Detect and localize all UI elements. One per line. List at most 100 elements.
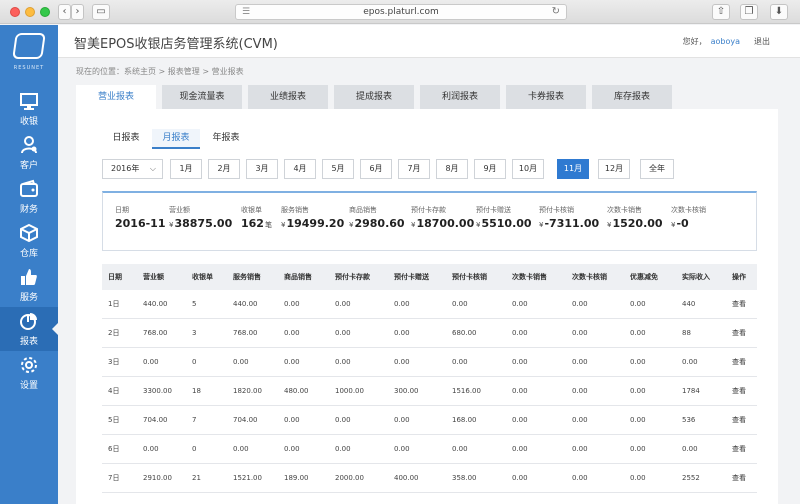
month-button-6[interactable]: 6月 bbox=[360, 159, 392, 179]
currency-symbol: ¥ bbox=[607, 221, 612, 229]
zoom-window-button[interactable] bbox=[40, 7, 50, 17]
sidebar-item-checkout[interactable]: 收银 bbox=[0, 87, 58, 131]
year-select[interactable]: 2016年 ⌵ bbox=[102, 159, 163, 179]
currency-symbol: ¥ bbox=[539, 221, 544, 229]
tab-performance[interactable]: 业绩报表 bbox=[248, 85, 328, 109]
sidebar-item-label: 仓库 bbox=[19, 249, 38, 259]
sidebar-item-label: 收银 bbox=[19, 117, 38, 127]
table-cell: 0.00 bbox=[233, 445, 249, 453]
table-cell: 0.00 bbox=[394, 358, 410, 366]
username-link[interactable]: aoboya bbox=[711, 37, 740, 46]
table-cell: 0.00 bbox=[233, 358, 249, 366]
close-window-button[interactable] bbox=[10, 7, 20, 17]
table-cell: 0.00 bbox=[284, 416, 300, 424]
table-row: 1日 440.00 5 440.00 0.00 0.00 0.00 0.00 0.00 0.00 0… bbox=[102, 290, 757, 319]
table-cell: 7 bbox=[192, 416, 197, 424]
logout-link[interactable]: 退出 bbox=[754, 37, 770, 46]
column-header: 日期 bbox=[108, 273, 122, 281]
all-year-button[interactable]: 全年 bbox=[640, 159, 674, 179]
month-button-3[interactable]: 3月 bbox=[246, 159, 278, 179]
tab-card-voucher[interactable]: 卡券报表 bbox=[506, 85, 586, 109]
tab-inventory[interactable]: 库存报表 bbox=[592, 85, 672, 109]
tab-monthly[interactable]: 月报表 bbox=[152, 129, 200, 149]
sidebar-item-settings[interactable]: 设置 bbox=[0, 351, 58, 395]
reader-icon[interactable]: ☰ bbox=[242, 5, 250, 19]
table-cell: 1日 bbox=[108, 300, 120, 308]
month-button-2[interactable]: 2月 bbox=[208, 159, 240, 179]
download-icon[interactable]: ⬇ bbox=[770, 4, 788, 20]
month-button-4[interactable]: 4月 bbox=[284, 159, 316, 179]
sidebar-item-warehouse[interactable]: 仓库 bbox=[0, 219, 58, 263]
column-header: 次数卡核销 bbox=[572, 273, 607, 281]
table-cell: 0.00 bbox=[512, 387, 528, 395]
customer-icon bbox=[21, 136, 37, 154]
view-detail-link[interactable]: 查看 bbox=[732, 290, 746, 319]
table-cell: 1521.00 bbox=[233, 474, 262, 482]
table-cell: 18 bbox=[192, 387, 201, 395]
table-cell: 0.00 bbox=[335, 445, 351, 453]
tab-daily[interactable]: 日报表 bbox=[102, 129, 150, 149]
summary-service-sales-value: 19499.20 bbox=[286, 217, 345, 230]
view-detail-link[interactable]: 查看 bbox=[732, 377, 746, 406]
sidebar-item-finance[interactable]: 财务 bbox=[0, 175, 58, 219]
table-cell: 2000.00 bbox=[335, 474, 364, 482]
month-button-5[interactable]: 5月 bbox=[322, 159, 354, 179]
view-detail-link[interactable]: 查看 bbox=[732, 319, 746, 348]
sidebar-item-customers[interactable]: 客户 bbox=[0, 131, 58, 175]
table-cell: 0.00 bbox=[394, 329, 410, 337]
month-button-7[interactable]: 7月 bbox=[398, 159, 430, 179]
month-button-10[interactable]: 10月 bbox=[512, 159, 544, 179]
tab-commission[interactable]: 提成报表 bbox=[334, 85, 414, 109]
url-text: epos.platurl.com bbox=[363, 7, 439, 17]
month-button-9[interactable]: 9月 bbox=[474, 159, 506, 179]
table-cell: 0.00 bbox=[512, 358, 528, 366]
month-button-12[interactable]: 12月 bbox=[598, 159, 630, 179]
forward-button[interactable]: › bbox=[71, 4, 84, 20]
summary-bar: 日期 2016-11 营业额 ¥38875.00 收银单 162笔 服务销售 ¥… bbox=[102, 191, 757, 251]
back-button[interactable]: ‹ bbox=[58, 4, 71, 20]
tabs-overview-icon[interactable]: ❐ bbox=[740, 4, 758, 20]
table-cell: 1820.00 bbox=[233, 387, 262, 395]
sidebar-item-service[interactable]: 服务 bbox=[0, 263, 58, 307]
month-button-1[interactable]: 1月 bbox=[170, 159, 202, 179]
greeting-text: 您好， bbox=[682, 37, 707, 46]
table-cell: 0.00 bbox=[452, 358, 468, 366]
view-detail-link[interactable]: 查看 bbox=[732, 435, 746, 464]
table-cell: 3300.00 bbox=[143, 387, 172, 395]
table-cell: 0.00 bbox=[512, 474, 528, 482]
currency-symbol: ¥ bbox=[671, 221, 676, 229]
app-window: ‹ › ▭ ☰ epos.platurl.com ↻ ⇧ ❐ ⬇ RESUNET… bbox=[0, 0, 800, 504]
summary-value: ¥2980.60 bbox=[349, 217, 405, 230]
table-cell: 0.00 bbox=[512, 329, 528, 337]
view-detail-link[interactable]: 查看 bbox=[732, 348, 746, 377]
tab-yearly[interactable]: 年报表 bbox=[202, 129, 250, 149]
table-cell: 0.00 bbox=[572, 387, 588, 395]
minimize-window-button[interactable] bbox=[25, 7, 35, 17]
table-cell: 21 bbox=[192, 474, 201, 482]
table-row: 6日 0.00 0 0.00 0.00 0.00 0.00 0.00 0.00 0.00 0.00 0… bbox=[102, 435, 757, 464]
reload-icon[interactable]: ↻ bbox=[552, 5, 560, 19]
tab-profit[interactable]: 利润报表 bbox=[420, 85, 500, 109]
month-button-8[interactable]: 8月 bbox=[436, 159, 468, 179]
summary-value: ¥19499.20 bbox=[281, 217, 344, 230]
view-detail-link[interactable]: 查看 bbox=[732, 464, 746, 493]
year-select-value: 2016年 bbox=[111, 164, 140, 173]
sidebar-item-reports[interactable]: 报表 bbox=[0, 307, 58, 351]
address-bar[interactable]: ☰ epos.platurl.com ↻ bbox=[235, 4, 567, 20]
tab-cash-flow[interactable]: 现金流量表 bbox=[162, 85, 242, 109]
sidebar-toggle-icon[interactable]: ▭ bbox=[92, 4, 110, 20]
table-cell: 1784 bbox=[682, 387, 700, 395]
month-button-11[interactable]: 11月 bbox=[557, 159, 589, 179]
view-detail-link[interactable]: 查看 bbox=[732, 406, 746, 435]
share-icon[interactable]: ⇧ bbox=[712, 4, 730, 20]
table-cell: 0.00 bbox=[284, 358, 300, 366]
table-cell: 0 bbox=[192, 358, 197, 366]
table-cell: 1516.00 bbox=[452, 387, 481, 395]
table-cell: 0.00 bbox=[630, 358, 646, 366]
tab-business-report[interactable]: 营业报表 bbox=[76, 85, 156, 109]
table-cell: 168.00 bbox=[452, 416, 477, 424]
table-cell: 1000.00 bbox=[335, 387, 364, 395]
breadcrumb: 现在的位置：系统主页 > 报表管理 > 营业报表 bbox=[76, 67, 244, 76]
summary-value: 162笔 bbox=[241, 217, 272, 230]
logo: RESUNET bbox=[0, 25, 58, 80]
